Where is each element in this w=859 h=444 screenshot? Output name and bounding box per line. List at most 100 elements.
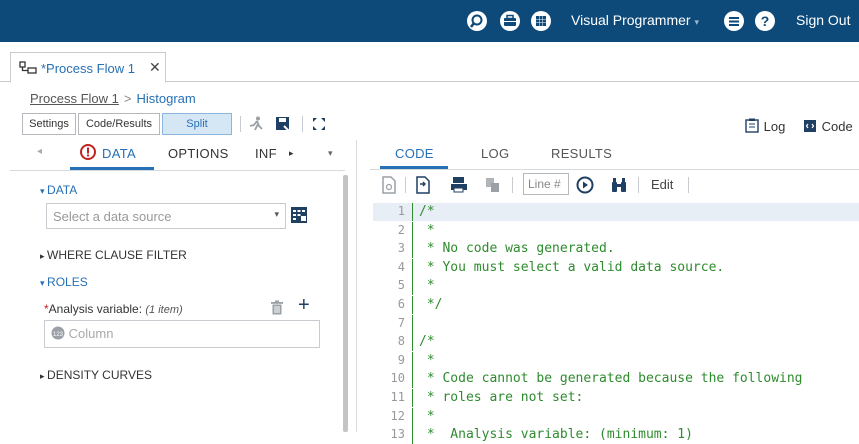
data-source-select[interactable]: Select a data source ▾	[46, 203, 286, 229]
column-input[interactable]: 123 Column	[44, 320, 320, 348]
tabs-scroll-left-icon[interactable]: ◂	[37, 146, 42, 157]
line-number: 3	[397, 241, 405, 256]
gutter-marker	[412, 333, 413, 352]
density-curves-section-toggle[interactable]: ▸ DENSITY CURVES	[40, 368, 152, 382]
column-icon: 123	[51, 326, 65, 340]
code-line[interactable]: 5 *	[373, 277, 859, 296]
line-number: 6	[397, 297, 405, 311]
new-file-icon[interactable]	[380, 176, 398, 194]
code-line[interactable]: 2 *	[373, 221, 859, 240]
data-section-toggle[interactable]: ▾ DATA	[40, 183, 77, 197]
breadcrumb: Process Flow 1 > Histogram	[30, 91, 196, 106]
copy-icon[interactable]	[484, 176, 502, 194]
where-clause-section-toggle[interactable]: ▸ WHERE CLAUSE FILTER	[40, 248, 187, 262]
column-placeholder: Column	[68, 326, 114, 341]
code-results-button[interactable]: Code/Results	[78, 113, 160, 135]
breadcrumb-root-link[interactable]: Process Flow 1	[30, 91, 119, 106]
analysis-variable-label: *Analysis variable: (1 item)	[44, 302, 183, 316]
code-line[interactable]: 12 *	[373, 407, 859, 426]
tab-log[interactable]: LOG	[481, 146, 509, 161]
code-line[interactable]: 7	[373, 314, 859, 333]
svg-text:?: ?	[761, 13, 770, 29]
tab-options[interactable]: OPTIONS	[168, 146, 229, 161]
tab-info[interactable]: INF	[255, 146, 277, 161]
line-number-input[interactable]: Line #	[523, 173, 569, 195]
trash-icon[interactable]	[270, 300, 284, 315]
apps-grid-icon[interactable]	[530, 10, 552, 32]
code-line[interactable]: 13 * Analysis variable: (minimum: 1)	[373, 426, 859, 444]
gutter-marker	[412, 240, 413, 259]
gutter-marker	[412, 203, 413, 221]
where-clause-label: WHERE CLAUSE FILTER	[47, 248, 187, 262]
expanded-caret-icon: ▾	[40, 186, 48, 196]
tabs-menu-chevron-down-icon[interactable]: ▾	[328, 148, 333, 159]
line-number: 9	[397, 352, 405, 367]
tab-code[interactable]: CODE	[395, 146, 434, 161]
code-text: *	[419, 278, 435, 294]
tab-results[interactable]: RESULTS	[551, 146, 612, 161]
print-icon[interactable]	[450, 176, 468, 194]
code-editor[interactable]: 1 /* 2 * 3 * No code was generated. 4 * You …	[373, 203, 859, 444]
code-pane-divider	[370, 169, 859, 170]
tabs-scroll-right-icon[interactable]: ▸	[289, 148, 294, 159]
find-binoculars-icon[interactable]	[610, 176, 628, 194]
code-line[interactable]: 9 *	[373, 351, 859, 370]
save-icon[interactable]	[275, 116, 291, 132]
breadcrumb-current: Histogram	[136, 91, 196, 106]
code-toolbar-divider	[405, 177, 406, 193]
maximize-icon[interactable]	[312, 117, 326, 131]
code-line[interactable]: 3 * No code was generated.	[373, 240, 859, 259]
add-icon[interactable]: +	[298, 294, 310, 317]
data-source-placeholder: Select a data source	[53, 209, 172, 224]
edit-button[interactable]: Edit	[651, 177, 673, 192]
briefcase-icon[interactable]	[499, 10, 521, 32]
tab-data[interactable]: DATA	[102, 146, 136, 161]
data-source-browse-icon[interactable]	[289, 205, 309, 225]
analysis-variable-text: Analysis variable:	[48, 302, 143, 316]
code-line[interactable]: 4 * You must select a valid data source.	[373, 258, 859, 277]
density-curves-label: DENSITY CURVES	[47, 368, 152, 382]
data-section-label: DATA	[47, 183, 78, 197]
code-text: /*	[419, 334, 435, 350]
code-text: /*	[419, 204, 435, 219]
gutter-marker	[412, 221, 413, 240]
log-button[interactable]: Log	[745, 118, 785, 134]
close-icon[interactable]: ✕	[149, 59, 161, 76]
gutter-marker	[412, 407, 413, 426]
code-line[interactable]: 1 /*	[373, 203, 859, 221]
svg-text:123: 123	[53, 332, 64, 338]
gutter-marker	[412, 314, 413, 333]
help-icon[interactable]: ?	[754, 10, 776, 32]
code-line[interactable]: 10 * Code cannot be generated because th…	[373, 370, 859, 389]
roles-section-label: ROLES	[47, 275, 88, 289]
code-text: * roles are not set:	[419, 390, 584, 405]
code-button[interactable]: Code	[803, 118, 853, 134]
settings-button[interactable]: Settings	[22, 113, 76, 135]
tab-process-flow[interactable]: *Process Flow 1 ✕	[10, 52, 166, 83]
search-icon[interactable]	[466, 10, 488, 32]
code-line[interactable]: 8 /*	[373, 333, 859, 352]
line-number: 1	[397, 204, 405, 218]
code-icon	[804, 120, 816, 132]
line-number: 7	[397, 315, 405, 330]
gutter-marker	[412, 426, 413, 444]
code-button-label: Code	[821, 119, 853, 134]
notifications-icon[interactable]	[723, 10, 745, 32]
left-panel-scrollbar[interactable]	[343, 175, 348, 432]
top-bar: Visual Programmer ▾ ? Sign Out	[0, 0, 859, 42]
code-text: *	[419, 222, 435, 238]
export-code-icon[interactable]	[414, 176, 432, 194]
gutter-marker	[412, 277, 413, 296]
code-line[interactable]: 6 */	[373, 296, 859, 314]
code-text: * No code was generated.	[419, 241, 615, 257]
app-menu[interactable]: Visual Programmer ▾	[571, 12, 699, 28]
panel-splitter[interactable]	[356, 140, 357, 432]
go-to-line-icon[interactable]	[576, 176, 594, 194]
line-number: 12	[390, 408, 405, 423]
split-button[interactable]: Split	[162, 113, 232, 135]
roles-section-toggle[interactable]: ▾ ROLES	[40, 275, 88, 289]
run-icon[interactable]	[247, 116, 265, 132]
code-line[interactable]: 11 * roles are not set:	[373, 389, 859, 407]
gutter-marker	[412, 258, 413, 277]
sign-out-link[interactable]: Sign Out	[796, 12, 850, 28]
